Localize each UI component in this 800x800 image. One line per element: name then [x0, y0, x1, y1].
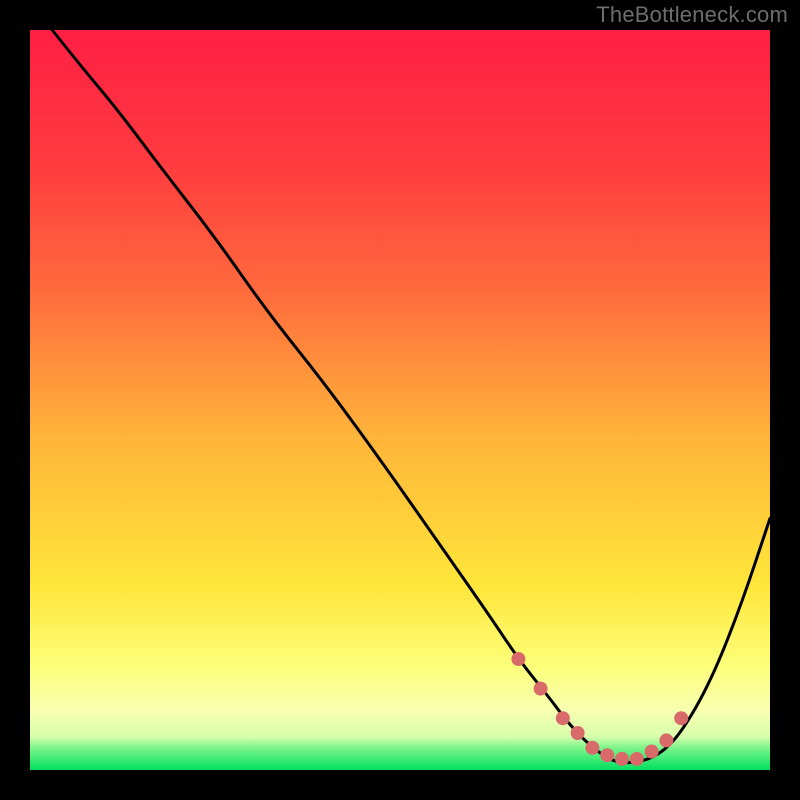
optimal-range-dot	[674, 711, 688, 725]
optimal-range-dot	[585, 741, 599, 755]
optimal-range-dot	[556, 711, 570, 725]
watermark-text: TheBottleneck.com	[596, 2, 788, 28]
optimal-range-dot	[571, 726, 585, 740]
optimal-range-dot	[630, 752, 644, 766]
optimal-range-dot	[659, 733, 673, 747]
optimal-range-dot	[645, 745, 659, 759]
chart-container: TheBottleneck.com	[0, 0, 800, 800]
optimal-range-dot	[511, 652, 525, 666]
optimal-range-dot	[534, 682, 548, 696]
optimal-range-dot	[600, 748, 614, 762]
optimal-range-dot	[615, 752, 629, 766]
bottleneck-chart	[0, 0, 800, 800]
